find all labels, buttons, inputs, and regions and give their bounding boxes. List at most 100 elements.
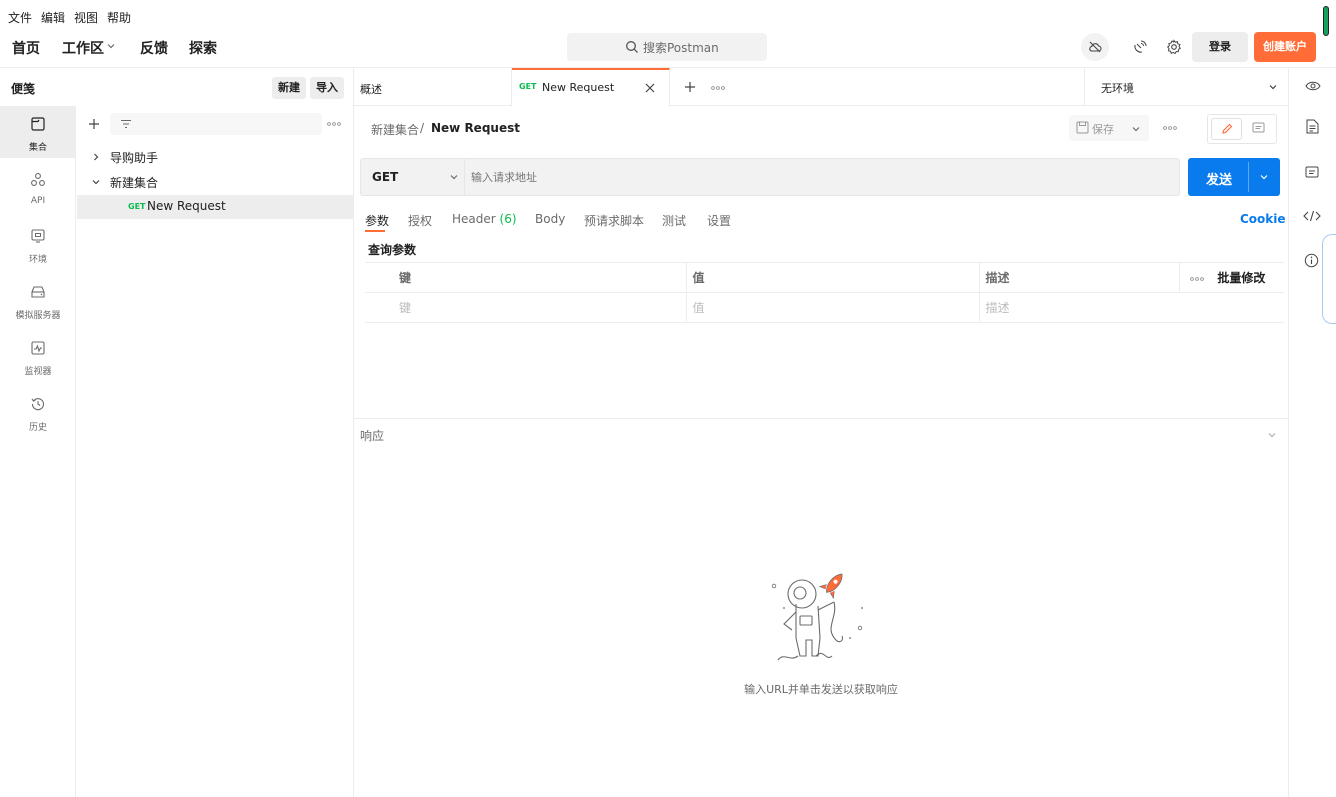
menu-view[interactable]: 视图 — [74, 9, 98, 26]
comments-mode-button[interactable] — [1244, 118, 1274, 140]
code-icon[interactable] — [1303, 210, 1321, 222]
monitor-icon — [30, 340, 46, 356]
tab-new-request[interactable]: GET New Request — [512, 68, 670, 106]
settings-gear-icon[interactable] — [1166, 39, 1182, 55]
chevron-right-icon — [91, 152, 101, 162]
tree-item-new-request[interactable]: GET New Request — [77, 195, 353, 219]
table-actions-cell: 批量修改 — [1178, 262, 1284, 293]
edit-mode-button[interactable] — [1211, 118, 1242, 140]
value-input[interactable]: 值 — [685, 292, 979, 323]
info-icon[interactable] — [1304, 253, 1319, 268]
environment-selector[interactable]: 无环境 — [1084, 68, 1288, 106]
chevron-down-icon[interactable] — [1267, 430, 1277, 440]
nav-workspace[interactable]: 工作区 — [62, 38, 104, 58]
search-bar[interactable]: 搜索Postman — [567, 33, 767, 61]
table-more-icon[interactable] — [1189, 276, 1204, 281]
import-button[interactable]: 导入 — [310, 77, 344, 99]
tab-body[interactable]: Body — [535, 212, 565, 226]
filter-input[interactable] — [110, 113, 322, 135]
rail-item-monitors[interactable]: 监视器 — [6, 330, 70, 382]
mock-server-icon — [30, 284, 46, 300]
save-icon — [1076, 121, 1089, 134]
save-button[interactable]: 保存 — [1069, 115, 1149, 141]
menu-edit[interactable]: 编辑 — [41, 9, 65, 26]
nav-home[interactable]: 首页 — [12, 38, 40, 58]
right-rail — [1288, 68, 1336, 797]
side-panel-handle[interactable] — [1322, 234, 1336, 324]
cookie-link[interactable]: Cookie — [1240, 212, 1286, 226]
search-icon — [625, 40, 639, 54]
menu-file[interactable]: 文件 — [8, 9, 32, 26]
tab-bar: 概述 GET New Request 无环境 — [354, 68, 1288, 106]
checkbox-cell — [365, 262, 393, 293]
new-button[interactable]: 新建 — [272, 77, 306, 99]
filter-icon — [120, 118, 132, 130]
plus-icon[interactable] — [88, 118, 100, 130]
tree-item-label: 导购助手 — [110, 151, 159, 165]
tab-params[interactable]: 参数 — [365, 212, 389, 229]
chevron-down-icon — [1268, 82, 1278, 92]
tab-headers-count: (6) — [499, 212, 517, 226]
comments-icon[interactable] — [1305, 166, 1319, 180]
close-icon[interactable] — [645, 83, 655, 93]
url-bar: GET — [360, 158, 1180, 196]
tree-item-new-collection[interactable]: 新建集合 — [77, 170, 353, 194]
tab-prerequest-script[interactable]: 预请求脚本 — [584, 212, 644, 229]
app-header: 首页 工作区 反馈 探索 搜索Postman 登录 创建账户 — [0, 32, 1336, 68]
chevron-down-icon[interactable] — [1259, 172, 1269, 182]
nav-explore[interactable]: 探索 — [189, 38, 217, 58]
environment-label: 无环境 — [1101, 82, 1134, 95]
menu-help[interactable]: 帮助 — [107, 9, 131, 26]
tab-auth[interactable]: 授权 — [408, 212, 432, 229]
method-selector[interactable]: GET — [361, 159, 465, 195]
request-more-icon[interactable] — [1163, 126, 1177, 130]
tab-settings[interactable]: 设置 — [707, 212, 731, 229]
rail-item-api[interactable]: API — [6, 162, 70, 214]
rail-item-mock-servers[interactable]: 模拟服务器 — [6, 274, 70, 326]
eye-icon[interactable] — [1305, 80, 1321, 92]
col-key-header: 键 — [393, 262, 686, 293]
tab-label: New Request — [542, 81, 615, 94]
search-placeholder: 搜索Postman — [643, 41, 719, 55]
send-label: 发送 — [1206, 173, 1233, 188]
tab-headers[interactable]: Header (6) — [452, 212, 517, 226]
more-tabs-icon[interactable] — [711, 86, 725, 90]
rail-label-mock-servers: 模拟服务器 — [15, 311, 61, 321]
signin-button[interactable]: 登录 — [1192, 32, 1248, 62]
rail-label-monitors: 监视器 — [24, 367, 52, 377]
checkbox-cell — [365, 292, 393, 323]
api-icon — [30, 172, 46, 188]
rail-item-environments[interactable]: 环境 — [6, 218, 70, 270]
request-editor: 新建集合 / New Request 保存 GET 输入请求地址 发送 参数 授… — [354, 106, 1288, 797]
chevron-down-icon — [1131, 124, 1141, 134]
sidebar: 便笺 新建 导入 集合 API 环境 模拟服务器 监视器 历史 导购助手 新建集… — [0, 68, 354, 797]
tab-tests[interactable]: 测试 — [662, 212, 686, 229]
rail-label-api: API — [30, 196, 46, 206]
chevron-down-icon — [449, 172, 459, 182]
documentation-icon[interactable] — [1306, 119, 1319, 134]
sync-status-button[interactable] — [1081, 33, 1109, 61]
breadcrumb-collection[interactable]: 新建集合 — [371, 121, 419, 138]
tree-item-shopping-assistant[interactable]: 导购助手 — [77, 146, 353, 170]
satellite-icon[interactable] — [1132, 39, 1148, 55]
key-input[interactable]: 键 — [393, 292, 686, 323]
tree-item-label: 新建集合 — [110, 176, 159, 190]
new-tab-plus-icon[interactable] — [684, 81, 696, 93]
tab-overview[interactable]: 概述 — [354, 68, 512, 106]
astronaut-rocket-illustration — [754, 568, 894, 678]
url-input[interactable] — [471, 165, 1171, 189]
send-button[interactable]: 发送 — [1188, 158, 1280, 196]
create-account-button[interactable]: 创建账户 — [1254, 32, 1316, 62]
col-value-header: 值 — [685, 262, 979, 293]
pencil-icon — [1221, 123, 1233, 135]
description-input[interactable]: 描述 — [978, 292, 1284, 323]
chevron-down-icon — [91, 177, 101, 187]
rail-item-collections[interactable]: 集合 — [0, 106, 76, 158]
send-divider — [1248, 162, 1249, 192]
sidebar-title: 便笺 — [11, 82, 36, 96]
nav-feedback[interactable]: 反馈 — [140, 38, 168, 58]
view-mode-toggle — [1207, 114, 1277, 144]
bulk-edit-link[interactable]: 批量修改 — [1217, 271, 1265, 285]
rail-item-history[interactable]: 历史 — [6, 386, 70, 438]
more-options-icon[interactable] — [327, 122, 341, 126]
